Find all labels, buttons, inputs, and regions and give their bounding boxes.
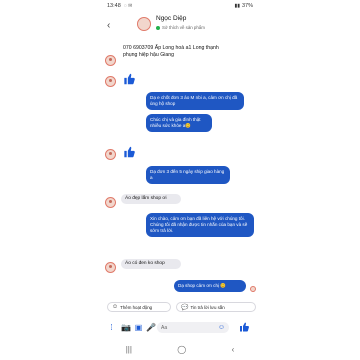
online-dot-icon (156, 25, 160, 30)
message-out-2: Chúc chị và gia đình thật nhiều sức khỏe… (146, 114, 212, 132)
sender-avatar (105, 149, 116, 160)
emoji-icon[interactable]: ☺ (218, 324, 225, 331)
sender-avatar (105, 262, 116, 273)
sender-avatar (105, 76, 116, 87)
seen-avatar (250, 286, 256, 292)
message-in-2: Áo đẹp lắm shop ơi (121, 194, 181, 204)
thumbs-up-send-icon[interactable] (238, 321, 250, 333)
message-out-1: Dạ e chốt đơn 3 áo M nbi a, cảm ơn chị đ… (146, 92, 244, 110)
contact-avatar[interactable] (137, 17, 151, 31)
battery-text: 37% (241, 3, 253, 9)
sender-avatar (105, 197, 116, 208)
message-out-3: Dạ đơn 3 đến 5 ngày ship giao hàng a (146, 166, 230, 184)
status-icons: ◌ ✉ (123, 3, 133, 9)
camera-icon[interactable]: 📷 (121, 323, 131, 332)
sender-avatar (105, 55, 116, 66)
contact-name[interactable]: Ngọc Diệp (156, 15, 186, 22)
phone-screen: 13:48 ◌ ✉ ▮▮ 37% ‹ Ngọc Diệp Sở thích về… (103, 0, 257, 360)
saved-replies-label: Tin trả lời lưu sẵn (190, 304, 225, 310)
message-out-5: Dạ shop cảm ơn chị 😊 (174, 280, 246, 292)
screen: 13:48 ◌ ✉ ▮▮ 37% ‹ Ngọc Diệp Sở thích về… (0, 0, 360, 360)
back-nav-icon[interactable]: ‹ (232, 345, 235, 354)
status-left: 13:48 ◌ ✉ (107, 3, 132, 9)
image-icon[interactable]: ▣ (134, 323, 143, 332)
status-bar: 13:48 ◌ ✉ ▮▮ 37% (103, 0, 257, 12)
smile-icon: ☺ (112, 304, 119, 310)
add-activity-chip[interactable]: ☺ Thêm hoạt động (107, 302, 171, 312)
saved-replies-chip[interactable]: 💬 Tin trả lời lưu sẵn (176, 302, 256, 312)
mic-icon[interactable]: 🎤 (146, 323, 156, 332)
menu-dots-icon[interactable]: ⁞ (107, 323, 116, 332)
add-activity-label: Thêm hoạt động (120, 304, 153, 310)
back-icon[interactable]: ‹ (107, 20, 117, 31)
contact-subtitle: Sở thích về sản phẩm (156, 25, 205, 30)
home-icon[interactable]: ◯ (177, 345, 186, 354)
message-in-3: Áo có đen ko shop (121, 259, 181, 269)
system-nav-bar: ||| ◯ ‹ (103, 343, 257, 355)
chat-bubble-icon: 💬 (181, 304, 189, 311)
recent-apps-icon[interactable]: ||| (126, 345, 132, 354)
status-time: 13:48 (107, 3, 121, 9)
thumbs-up-icon (124, 146, 135, 158)
message-out-4: Xin chào, cảm ơn bạn đã liên hệ với chún… (146, 213, 254, 237)
message-input[interactable]: Aa ☺ (157, 322, 229, 333)
message-input-placeholder: Aa (161, 324, 168, 331)
contact-subtitle-text: Sở thích về sản phẩm (162, 25, 205, 30)
thumbs-up-icon (124, 73, 135, 85)
status-right: ▮▮ 37% (234, 3, 253, 9)
message-in-1: 070 6903709 Ấp Long hoà a1 Long thạnh ph… (123, 45, 219, 58)
signal-icon: ▮▮ (234, 3, 240, 9)
